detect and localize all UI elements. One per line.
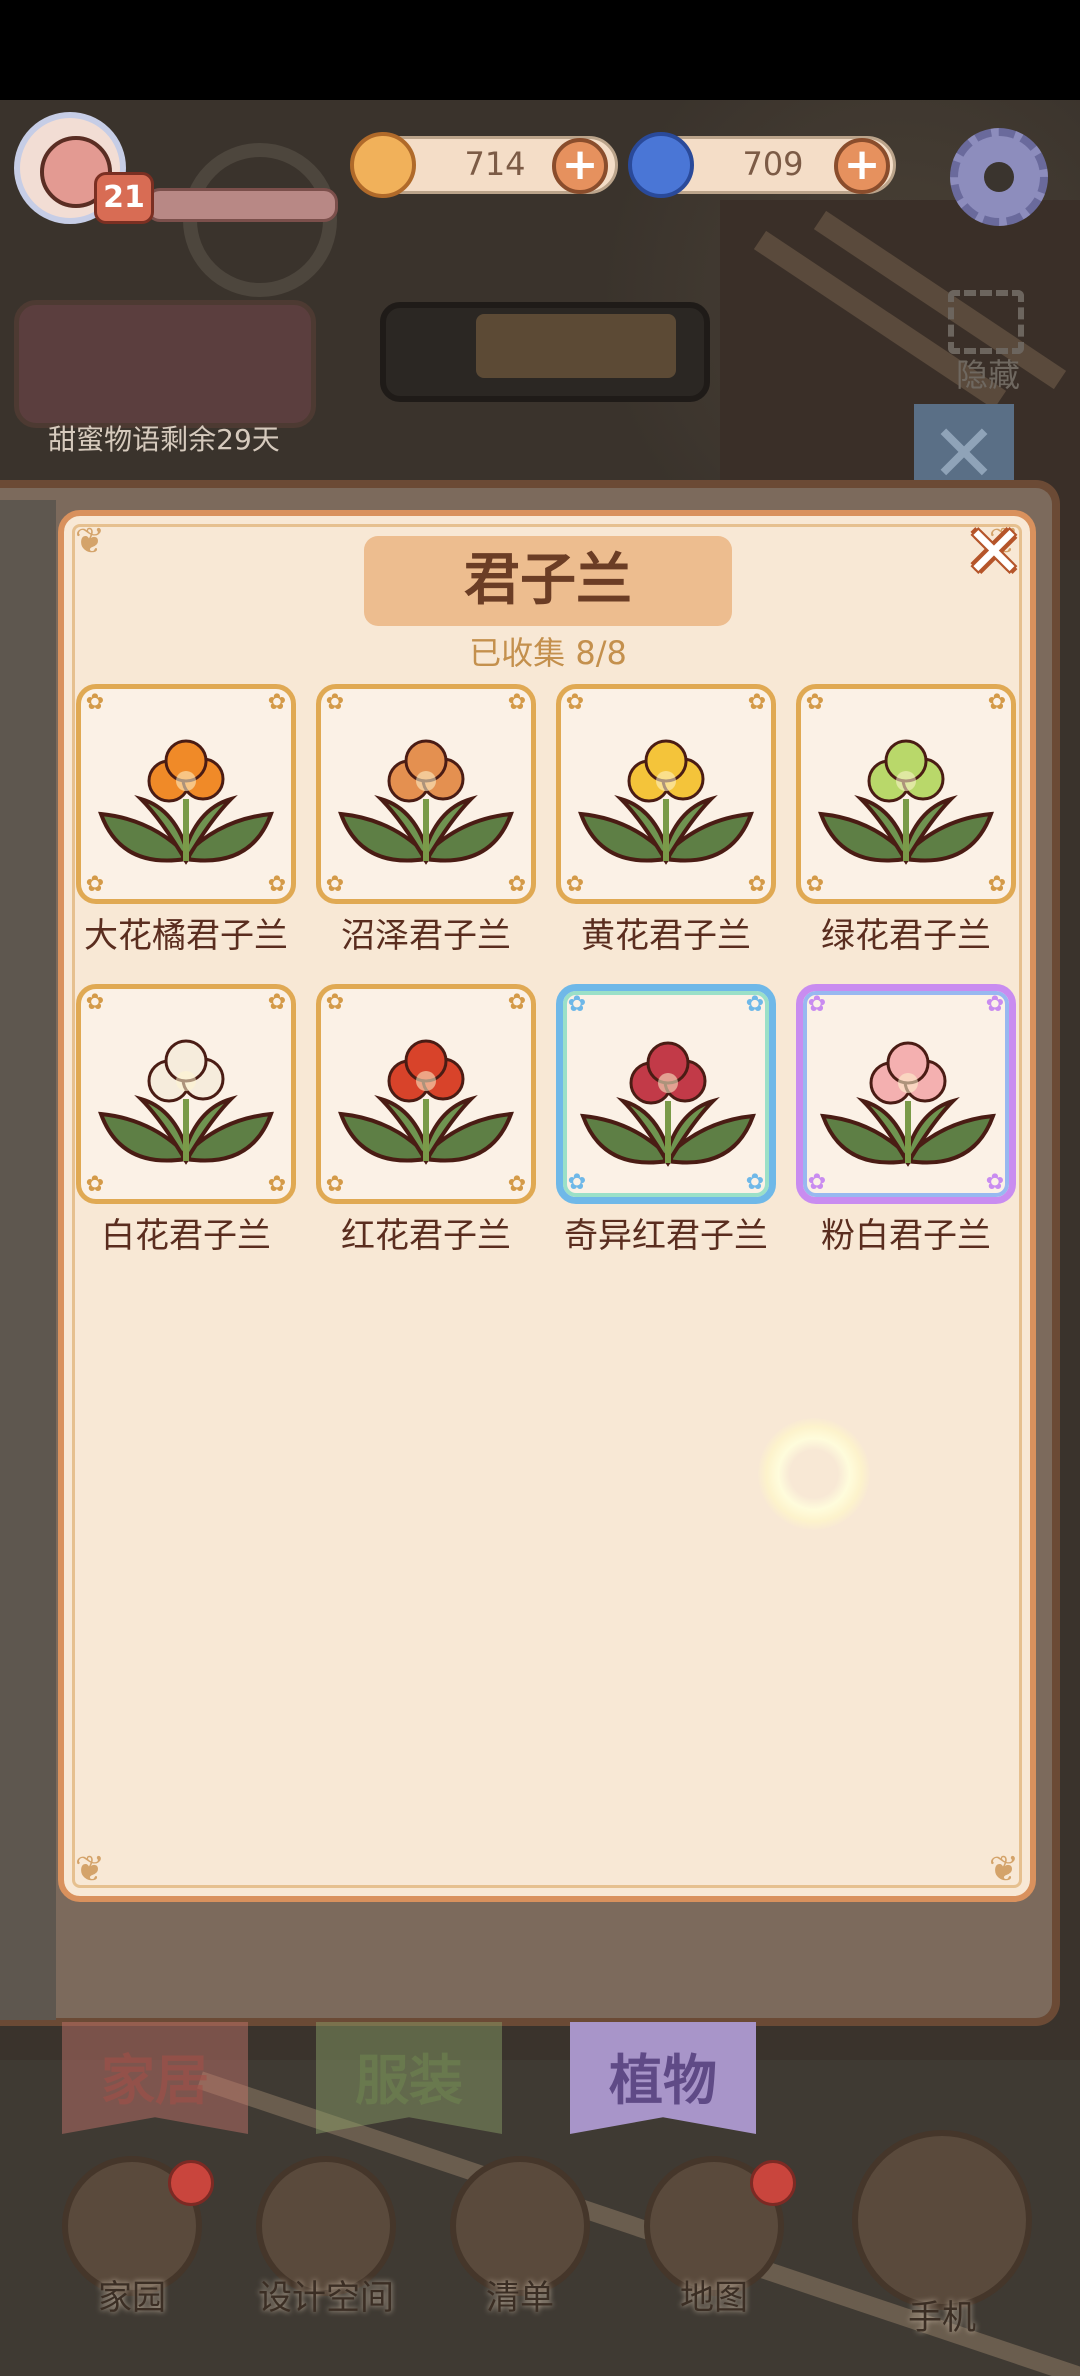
tab-label: 家居: [101, 2049, 209, 2112]
tab-label: 植物: [609, 2049, 717, 2112]
corner-ornament: ❦: [988, 1849, 1020, 1890]
clivia-flower-icon: [580, 1041, 756, 1167]
status-bar: [0, 0, 1080, 100]
plant-name: 沼泽君子兰: [341, 916, 511, 956]
clivia-flower-icon: [818, 739, 994, 865]
add-blue-button[interactable]: +: [834, 138, 890, 194]
plant-card: ✿ ✿ ✿ ✿: [796, 984, 1016, 1204]
card-corner-ornament: ✿: [325, 990, 345, 1015]
plant-card: ✿ ✿ ✿ ✿: [76, 984, 296, 1204]
plant-name: 绿花君子兰: [821, 916, 991, 956]
plant-name: 白花君子兰: [101, 1216, 271, 1256]
card-corner-ornament: ✿: [85, 990, 105, 1015]
dock-label: 清单: [486, 2278, 554, 2318]
dock-label: 家园: [98, 2278, 166, 2318]
card-corner-ornament: ✿: [745, 992, 765, 1017]
phone-icon[interactable]: [852, 2130, 1032, 2310]
plant-item[interactable]: ✿ ✿ ✿ ✿ 粉白君子兰: [796, 984, 1016, 1264]
plant-name: 红花君子兰: [341, 1216, 511, 1256]
hide-button[interactable]: 隐藏: [940, 290, 1036, 402]
tab-category[interactable]: 服装: [316, 2022, 502, 2162]
plant-item[interactable]: ✿ ✿ ✿ ✿ 奇异红君子兰: [556, 984, 776, 1264]
clivia-flower-icon: [338, 739, 514, 865]
gold-coin-icon: [350, 132, 416, 198]
card-corner-ornament: ✿: [325, 690, 345, 715]
panel-title: 君子兰: [464, 548, 632, 613]
plant-item[interactable]: ✿ ✿ ✿ ✿ 黄花君子兰: [556, 684, 776, 964]
tab-category[interactable]: 植物: [570, 2022, 756, 2162]
clivia-flower-icon: [98, 1039, 274, 1165]
corner-ornament: ❦: [74, 1849, 106, 1890]
close-button[interactable]: ✕: [962, 511, 1026, 593]
plant-name: 粉白君子兰: [821, 1216, 991, 1256]
plant-name: 黄花君子兰: [581, 916, 751, 956]
hide-label: 隐藏: [955, 356, 1020, 394]
card-corner-ornament: ✿: [805, 690, 825, 715]
collection-progress: 已收集 8/8: [469, 634, 627, 672]
notification-badge: [168, 2160, 214, 2206]
dock-label: 地图: [680, 2278, 748, 2318]
clivia-flower-icon: [98, 739, 274, 865]
event-countdown: 甜蜜物语剩余29天: [48, 423, 280, 456]
clivia-flower-icon: [578, 739, 754, 865]
plant-item[interactable]: ✿ ✿ ✿ ✿ 沼泽君子兰: [316, 684, 536, 964]
dock-label: 手机: [908, 2298, 976, 2338]
sparkle-effect: [758, 1418, 870, 1530]
experience-bar: [146, 188, 338, 222]
title-banner: 君子兰: [364, 536, 732, 626]
plant-card: ✿ ✿ ✿ ✿: [796, 684, 1016, 904]
card-corner-ornament: ✿: [507, 690, 527, 715]
card-corner-ornament: ✿: [267, 990, 287, 1015]
plant-name: 奇异红君子兰: [564, 1216, 768, 1256]
fullscreen-icon: [948, 290, 1024, 354]
card-corner-ornament: ✿: [985, 992, 1005, 1017]
level-badge: 21: [94, 172, 154, 224]
dock-label: 设计空间: [258, 2278, 394, 2318]
plant-name: 大花橘君子兰: [84, 916, 288, 956]
plant-card: ✿ ✿ ✿ ✿: [76, 684, 296, 904]
card-corner-ornament: ✿: [567, 992, 587, 1017]
card-corner-ornament: ✿: [987, 690, 1007, 715]
progress-panel: [380, 302, 710, 402]
plant-card: ✿ ✿ ✿ ✿: [556, 984, 776, 1204]
close-icon: ✕: [964, 511, 1024, 593]
blue-swirl-icon: [628, 132, 694, 198]
add-gold-button[interactable]: +: [552, 138, 608, 194]
event-banner[interactable]: [14, 300, 316, 428]
card-corner-ornament: ✿: [747, 690, 767, 715]
clivia-flower-icon: [820, 1041, 996, 1167]
plant-item[interactable]: ✿ ✿ ✿ ✿ 大花橘君子兰: [76, 684, 296, 964]
book-spine: [0, 500, 56, 2020]
gear-icon[interactable]: [950, 128, 1048, 226]
plant-item[interactable]: ✿ ✿ ✿ ✿ 红花君子兰: [316, 984, 536, 1264]
plant-item[interactable]: ✿ ✿ ✿ ✿ 绿花君子兰: [796, 684, 1016, 964]
clivia-flower-icon: [338, 1039, 514, 1165]
card-corner-ornament: ✿: [565, 690, 585, 715]
notification-badge: [750, 2160, 796, 2206]
card-corner-ornament: ✿: [267, 690, 287, 715]
corner-ornament: ❦: [74, 521, 106, 562]
plant-card: ✿ ✿ ✿ ✿: [316, 684, 536, 904]
card-corner-ornament: ✿: [85, 690, 105, 715]
plant-card: ✿ ✿ ✿ ✿: [316, 984, 536, 1204]
card-corner-ornament: ✿: [807, 992, 827, 1017]
plant-item[interactable]: ✿ ✿ ✿ ✿ 白花君子兰: [76, 984, 296, 1264]
card-corner-ornament: ✿: [507, 990, 527, 1015]
tab-category[interactable]: 家居: [62, 2022, 248, 2162]
tab-label: 服装: [355, 2049, 463, 2112]
plant-card: ✿ ✿ ✿ ✿: [556, 684, 776, 904]
